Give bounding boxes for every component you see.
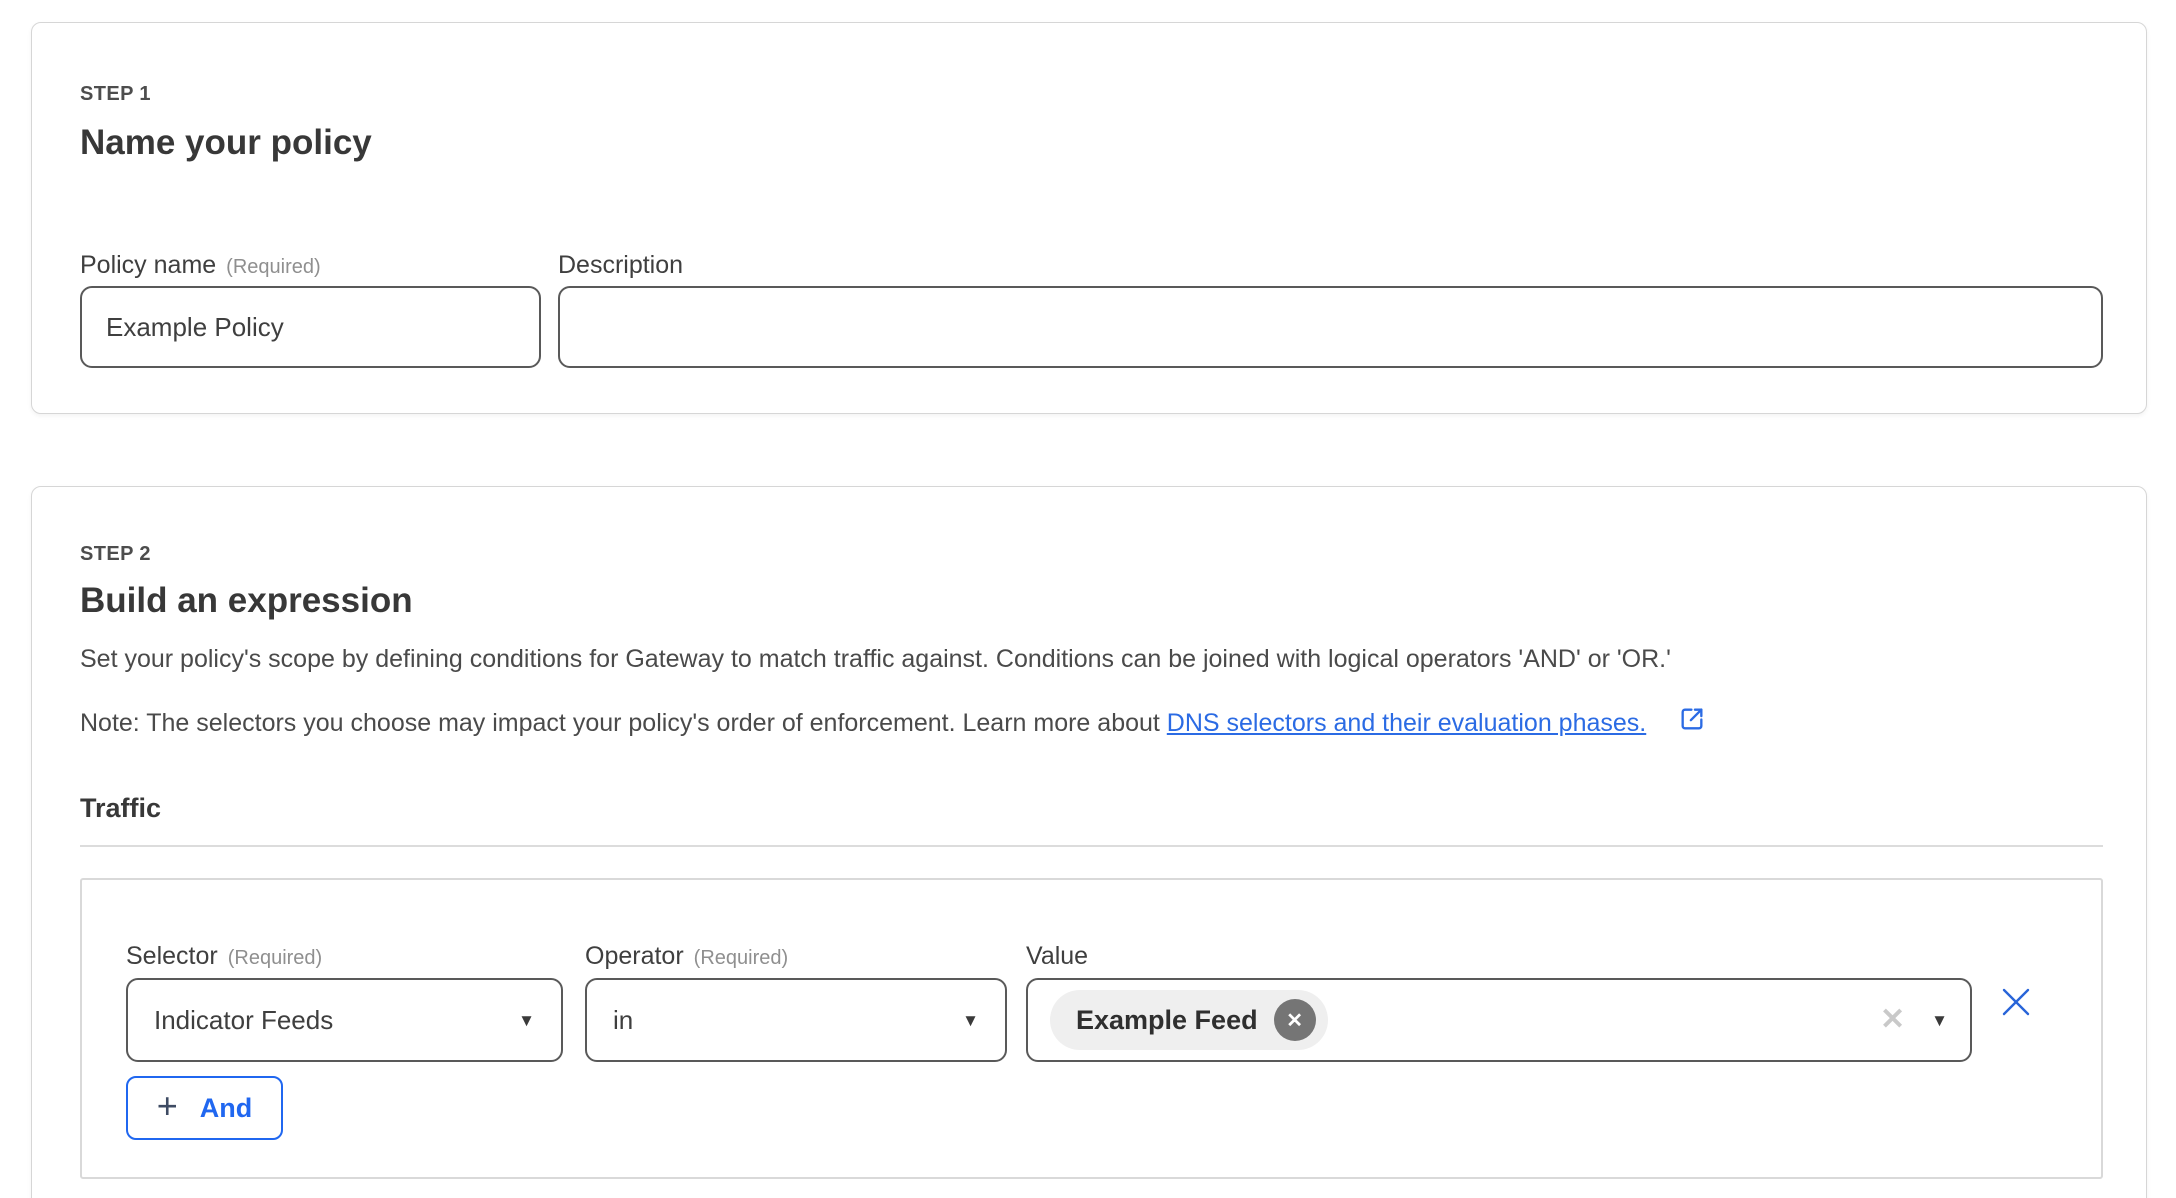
add-and-condition-button[interactable]: + And — [126, 1076, 283, 1140]
policy-name-input[interactable] — [80, 286, 541, 368]
step1-label: STEP 1 — [80, 83, 151, 106]
policy-builder-page: STEP 1 Name your policy Policy name (Req… — [0, 0, 2176, 1198]
selector-dropdown[interactable]: Indicator Feeds ▼ — [126, 978, 563, 1062]
operator-label-row: Operator (Required) — [585, 942, 788, 971]
description-label: Description — [558, 251, 683, 279]
description-label-row: Description — [558, 251, 683, 280]
policy-name-required-hint: (Required) — [226, 256, 320, 279]
external-link-icon[interactable] — [1678, 711, 1706, 739]
value-chip-text: Example Feed — [1076, 1005, 1258, 1036]
step1-card: STEP 1 Name your policy Policy name (Req… — [31, 22, 2147, 414]
value-label: Value — [1026, 942, 1088, 971]
selector-dropdown-value: Indicator Feeds — [154, 1005, 333, 1036]
step2-title: Build an expression — [80, 581, 413, 621]
chip-remove-icon[interactable]: ✕ — [1274, 999, 1316, 1041]
step1-title: Name your policy — [80, 123, 372, 163]
selector-label: Selector — [126, 942, 218, 971]
description-field-wrap — [558, 286, 2103, 368]
traffic-divider — [80, 845, 2103, 847]
step2-intro-text: Set your policy's scope by defining cond… — [80, 645, 1671, 674]
selector-label-row: Selector (Required) — [126, 942, 322, 971]
traffic-section-title: Traffic — [80, 793, 161, 824]
selector-required-hint: (Required) — [228, 947, 322, 970]
policy-name-label-row: Policy name (Required) — [80, 251, 321, 280]
condition-row-container: Selector (Required) Indicator Feeds ▼ Op… — [80, 878, 2103, 1179]
policy-name-label: Policy name — [80, 251, 216, 280]
and-button-label: And — [200, 1093, 252, 1124]
value-multiselect[interactable]: Example Feed ✕ ✕ ▼ — [1026, 978, 1972, 1062]
clear-selection-icon[interactable]: ✕ — [1880, 1005, 1905, 1035]
operator-required-hint: (Required) — [694, 947, 788, 970]
note-prefix: Note: The selectors you choose may impac… — [80, 709, 1167, 737]
chevron-down-icon: ▼ — [1931, 1012, 1948, 1029]
operator-dropdown[interactable]: in ▼ — [585, 978, 1007, 1062]
delete-condition-icon[interactable] — [1998, 984, 2034, 1020]
dns-selectors-link[interactable]: DNS selectors and their evaluation phase… — [1167, 709, 1646, 737]
operator-dropdown-value: in — [613, 1005, 633, 1036]
step2-card: STEP 2 Build an expression Set your poli… — [31, 486, 2147, 1198]
plus-icon: + — [157, 1088, 178, 1124]
step2-label: STEP 2 — [80, 543, 151, 566]
multiselect-controls: ✕ ▼ — [1880, 1005, 1948, 1035]
value-label-row: Value — [1026, 942, 1088, 971]
description-input[interactable] — [558, 286, 2103, 368]
value-chip: Example Feed ✕ — [1050, 990, 1328, 1050]
policy-name-field-wrap — [80, 286, 541, 368]
chevron-down-icon: ▼ — [962, 1012, 979, 1029]
chevron-down-icon: ▼ — [518, 1012, 535, 1029]
step2-note-text: Note: The selectors you choose may impac… — [80, 705, 1706, 740]
operator-label: Operator — [585, 942, 684, 971]
